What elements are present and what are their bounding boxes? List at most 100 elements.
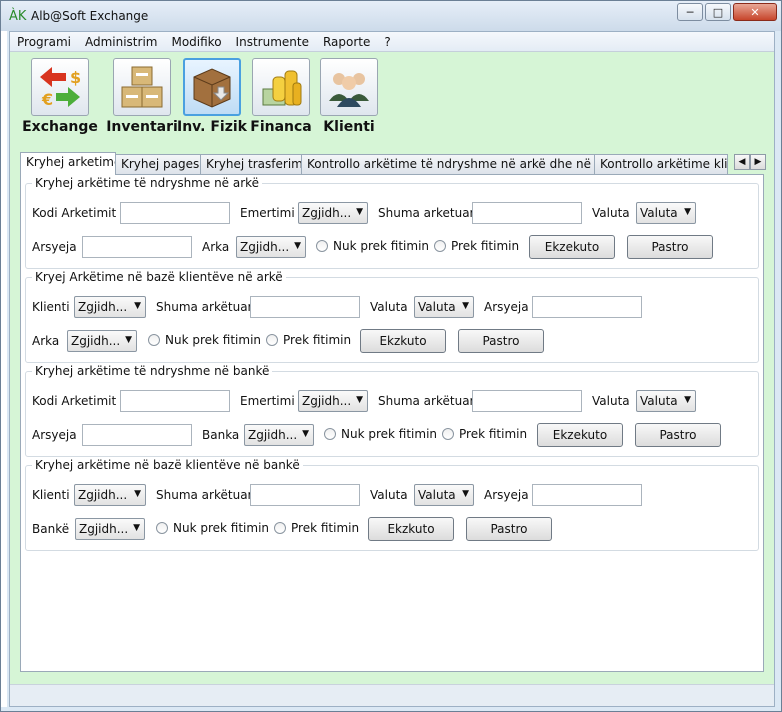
banka-label: Banka	[202, 428, 240, 442]
arsyeja-input[interactable]	[532, 484, 642, 506]
valuta-value: Valuta	[418, 488, 456, 502]
tool-inv-fizik-label: Inv. Fizik	[177, 119, 247, 135]
group-title: Kryhej arkëtime të ndryshme në bankë	[32, 364, 273, 378]
pastro-button[interactable]: Pastro	[627, 235, 713, 259]
radio-label: Prek fitimin	[459, 427, 528, 441]
arsyeja-input[interactable]	[82, 424, 192, 446]
radio-nuk-prek-fitimin[interactable]: Nuk prek fitimin	[156, 521, 269, 535]
arsyeja-label: Arsyeja	[484, 488, 529, 502]
arsyeja-input[interactable]	[82, 236, 192, 258]
radio-label: Nuk prek fitimin	[173, 521, 270, 535]
group-title: Kryhej arkëtime në bazë klientëve në ban…	[32, 458, 303, 472]
shuma-input[interactable]	[472, 390, 582, 412]
radio-prek-fitimin[interactable]: Prek fitimin	[274, 521, 359, 535]
shuma-label: Shuma arkëtuar	[378, 394, 475, 408]
tab-scroll: ◀ ▶	[734, 154, 766, 170]
menu-instrumente[interactable]: Instrumente	[229, 32, 316, 51]
pastro-button[interactable]: Pastro	[458, 329, 544, 353]
tool-klienti[interactable]: Klienti	[316, 58, 382, 135]
tab-panel-arketime: Kryhej arkëtime të ndryshme në arkë Kodi…	[20, 174, 764, 672]
radio-prek-fitimin[interactable]: Prek fitimin	[266, 333, 351, 347]
tool-inventari[interactable]: Inventari	[102, 58, 182, 135]
valuta-select[interactable]: Valuta ▼	[414, 484, 474, 506]
arka-select[interactable]: Zgjidh... ▼	[236, 236, 306, 258]
menu-modifiko[interactable]: Modifiko	[164, 32, 228, 51]
chevron-down-icon: ▼	[684, 207, 691, 217]
radio-circle	[274, 522, 286, 534]
close-icon[interactable]: ✕	[733, 3, 777, 21]
emertimi-label: Emertimi	[240, 394, 295, 408]
left-edge	[1, 31, 7, 707]
ekzekuto-button[interactable]: Ekzkuto	[360, 329, 446, 353]
shuma-input[interactable]	[250, 296, 360, 318]
klienti-label: Klienti	[32, 300, 70, 314]
valuta-select[interactable]: Valuta ▼	[414, 296, 474, 318]
currency-exchange-icon: $ €	[31, 58, 89, 116]
banka-value: Zgjidh...	[248, 428, 298, 442]
kodi-input[interactable]	[120, 202, 230, 224]
radio-prek-fitimin[interactable]: Prek fitimin	[442, 427, 527, 441]
ekzekuto-button[interactable]: Ekzekuto	[537, 423, 623, 447]
arsyeja-input[interactable]	[532, 296, 642, 318]
klienti-select[interactable]: Zgjidh... ▼	[74, 484, 146, 506]
klienti-value: Zgjidh...	[78, 488, 128, 502]
coins-money-icon	[252, 58, 310, 116]
radio-nuk-prek-fitimin[interactable]: Nuk prek fitimin	[324, 427, 437, 441]
ekzekuto-button[interactable]: Ekzekuto	[529, 235, 615, 259]
shuma-label: Shuma arkëtuar	[156, 488, 253, 502]
valuta-label: Valuta	[370, 300, 408, 314]
box-download-icon	[183, 58, 241, 116]
radio-nuk-prek-fitimin[interactable]: Nuk prek fitimin	[148, 333, 261, 347]
banke-select[interactable]: Zgjidh... ▼	[75, 518, 145, 540]
valuta-label: Valuta	[592, 394, 630, 408]
tab-kontrollo-arketime[interactable]: Kontrollo arkëtime të ndryshme në arkë d…	[301, 154, 595, 174]
tab-scroll-left-icon[interactable]: ◀	[734, 154, 750, 170]
kodi-label: Kodi Arketimit	[32, 206, 117, 220]
klienti-select[interactable]: Zgjidh... ▼	[74, 296, 146, 318]
valuta-label: Valuta	[370, 488, 408, 502]
radio-circle	[324, 428, 336, 440]
minimize-icon[interactable]: ─	[677, 3, 703, 21]
tool-inv-fizik[interactable]: Inv. Fizik	[176, 58, 248, 135]
tab-scroll-right-icon[interactable]: ▶	[750, 154, 766, 170]
tab-kryhej-pagesa[interactable]: Kryhej pagesa	[115, 154, 201, 174]
shuma-label: Shuma arketuar	[378, 206, 475, 220]
tab-kryhej-trasferime[interactable]: Kryhej trasferime	[200, 154, 302, 174]
radio-prek-fitimin[interactable]: Prek fitimin	[434, 239, 519, 253]
menu-raporte[interactable]: Raporte	[316, 32, 377, 51]
valuta-select[interactable]: Valuta ▼	[636, 202, 696, 224]
ekzekuto-button[interactable]: Ekzkuto	[368, 517, 454, 541]
valuta-select[interactable]: Valuta ▼	[636, 390, 696, 412]
kodi-input[interactable]	[120, 390, 230, 412]
window-title: Alb@Soft Exchange	[31, 9, 149, 23]
menu-administrim[interactable]: Administrim	[78, 32, 165, 51]
tool-exchange[interactable]: $ € Exchange	[20, 58, 100, 135]
tab-kontrollo-arketime-klient[interactable]: Kontrollo arkëtime klien	[594, 154, 728, 174]
valuta-value: Valuta	[418, 300, 456, 314]
shuma-input[interactable]	[250, 484, 360, 506]
emertimi-select[interactable]: Zgjidh... ▼	[298, 202, 368, 224]
app-window: ÀK Alb@Soft Exchange ─ □ ✕ Programi Admi…	[0, 0, 782, 712]
radio-nuk-prek-fitimin[interactable]: Nuk prek fitimin	[316, 239, 429, 253]
pastro-button[interactable]: Pastro	[635, 423, 721, 447]
pastro-button[interactable]: Pastro	[466, 517, 552, 541]
tool-financa[interactable]: Financa	[248, 58, 314, 135]
banke-value: Zgjidh...	[79, 522, 129, 536]
title-bar[interactable]: ÀK Alb@Soft Exchange ─ □ ✕	[1, 1, 781, 31]
radio-circle	[434, 240, 446, 252]
radio-circle	[266, 334, 278, 346]
maximize-icon[interactable]: □	[705, 3, 731, 21]
banka-select[interactable]: Zgjidh... ▼	[244, 424, 314, 446]
radio-circle	[316, 240, 328, 252]
menu-bar: Programi Administrim Modifiko Instrument…	[10, 32, 774, 52]
chevron-down-icon: ▼	[294, 241, 301, 251]
radio-label: Nuk prek fitimin	[165, 333, 262, 347]
arka-select[interactable]: Zgjidh... ▼	[67, 330, 137, 352]
emertimi-label: Emertimi	[240, 206, 295, 220]
emertimi-select[interactable]: Zgjidh... ▼	[298, 390, 368, 412]
chevron-down-icon: ▼	[356, 207, 363, 217]
menu-programi[interactable]: Programi	[10, 32, 78, 51]
menu-help[interactable]: ?	[377, 32, 397, 51]
tab-kryhej-arketime[interactable]: Kryhej arketime	[20, 152, 116, 175]
shuma-input[interactable]	[472, 202, 582, 224]
